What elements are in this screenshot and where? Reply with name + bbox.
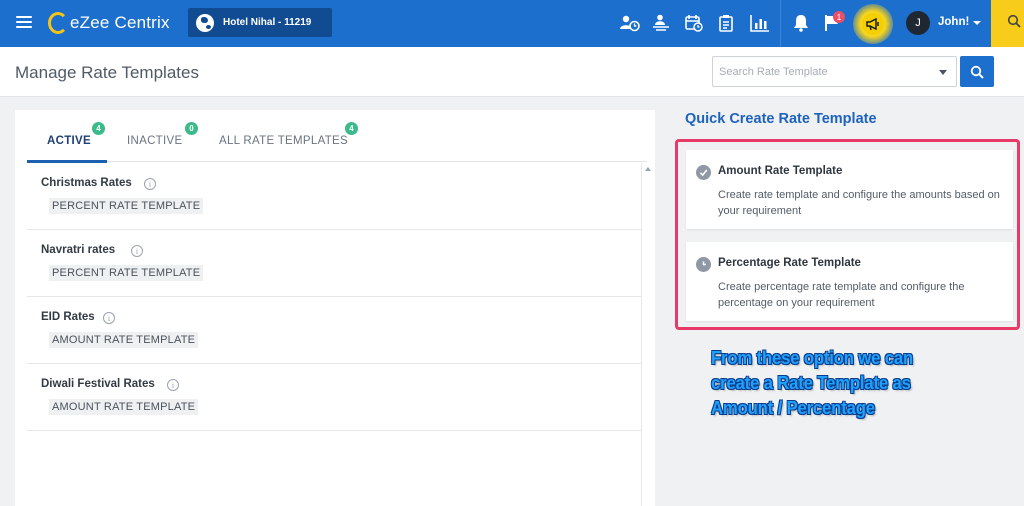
template-type-tag: AMOUNT RATE TEMPLATE	[49, 332, 199, 348]
guest-activity-icon[interactable]	[650, 12, 672, 34]
clipboard-report-icon[interactable]	[716, 12, 738, 34]
page-title: Manage Rate Templates	[15, 63, 199, 82]
search-icon	[1007, 14, 1021, 28]
hotel-selector[interactable]: Hotel Nihal - 11219	[188, 8, 332, 37]
tab-count-badge: 4	[92, 122, 105, 135]
global-search-tab[interactable]	[991, 0, 1024, 47]
list-item[interactable]: Christmas Rates i PERCENT RATE TEMPLATE	[27, 163, 641, 230]
info-icon[interactable]: i	[103, 312, 115, 324]
list-scrollbar[interactable]	[641, 163, 655, 506]
bar-chart-icon[interactable]	[749, 12, 771, 34]
user-clock-icon[interactable]	[619, 12, 641, 34]
rate-template-list: Christmas Rates i PERCENT RATE TEMPLATE …	[27, 163, 641, 431]
template-type-tag: AMOUNT RATE TEMPLATE	[49, 399, 199, 415]
dropdown-caret-icon[interactable]	[939, 70, 947, 75]
logo-mark-icon	[48, 12, 68, 34]
tab-active[interactable]: ACTIVE	[47, 135, 91, 147]
tab-count-badge: 0	[185, 122, 198, 135]
megaphone-icon[interactable]	[862, 13, 884, 35]
list-item[interactable]: Navratri rates i PERCENT RATE TEMPLATE	[27, 230, 641, 297]
search-icon	[970, 65, 984, 79]
list-item[interactable]: EID Rates i AMOUNT RATE TEMPLATE	[27, 297, 641, 364]
tab-inactive[interactable]: INACTIVE	[127, 135, 182, 147]
info-icon[interactable]: i	[144, 178, 156, 190]
tab-label: ALL RATE TEMPLATES	[219, 135, 348, 147]
app-logo[interactable]: eZee Centrix	[48, 11, 170, 35]
annotation-line: create a Rate Template as	[711, 373, 911, 393]
page-header: Manage Rate Templates	[0, 47, 1024, 97]
list-item[interactable]: Diwali Festival Rates i AMOUNT RATE TEMP…	[27, 364, 641, 431]
tab-label: ACTIVE	[47, 135, 91, 147]
calendar-clock-icon[interactable]	[683, 12, 705, 34]
quick-create-title: Quick Create Rate Template	[685, 111, 877, 127]
template-name[interactable]: Navratri rates	[41, 244, 115, 256]
tab-count-badge: 4	[345, 122, 358, 135]
template-type-tag: PERCENT RATE TEMPLATE	[49, 265, 204, 281]
rate-template-search[interactable]	[712, 56, 957, 87]
search-input[interactable]	[713, 57, 923, 86]
scroll-up-icon[interactable]	[645, 167, 651, 171]
annotation-line: From these option we can	[711, 348, 914, 368]
globe-icon	[196, 13, 214, 32]
tab-label: INACTIVE	[127, 135, 183, 147]
annotation-line: Amount / Percentage	[711, 398, 875, 418]
menu-icon[interactable]	[16, 16, 32, 28]
bell-icon[interactable]	[790, 12, 812, 34]
logo-text: eZee Centrix	[70, 13, 170, 32]
chevron-down-icon[interactable]	[973, 21, 981, 25]
template-name[interactable]: EID Rates	[41, 311, 95, 323]
notification-badge: 1	[833, 11, 845, 23]
annotation-highlight-box	[675, 139, 1020, 330]
template-name[interactable]: Christmas Rates	[41, 177, 132, 189]
rate-template-list-panel: ACTIVE 4 INACTIVE 0 ALL RATE TEMPLATES 4…	[15, 110, 655, 506]
info-icon[interactable]: i	[131, 245, 143, 257]
hotel-name: Hotel Nihal - 11219	[223, 17, 312, 28]
toolbar-separator	[780, 0, 781, 47]
tab-all-rate-templates[interactable]: ALL RATE TEMPLATES	[219, 135, 348, 147]
info-icon[interactable]: i	[167, 379, 179, 391]
status-tabs: ACTIVE 4 INACTIVE 0 ALL RATE TEMPLATES 4	[27, 122, 647, 163]
template-name[interactable]: Diwali Festival Rates	[41, 378, 155, 390]
top-navigation-bar: eZee Centrix Hotel Nihal - 11219 1 J Joh…	[0, 0, 1024, 47]
search-button[interactable]	[960, 56, 994, 87]
user-name[interactable]: John!	[938, 16, 969, 28]
template-type-tag: PERCENT RATE TEMPLATE	[49, 198, 204, 214]
avatar[interactable]: J	[906, 11, 930, 35]
tutorial-annotation: From these option we can create a Rate T…	[711, 346, 953, 421]
